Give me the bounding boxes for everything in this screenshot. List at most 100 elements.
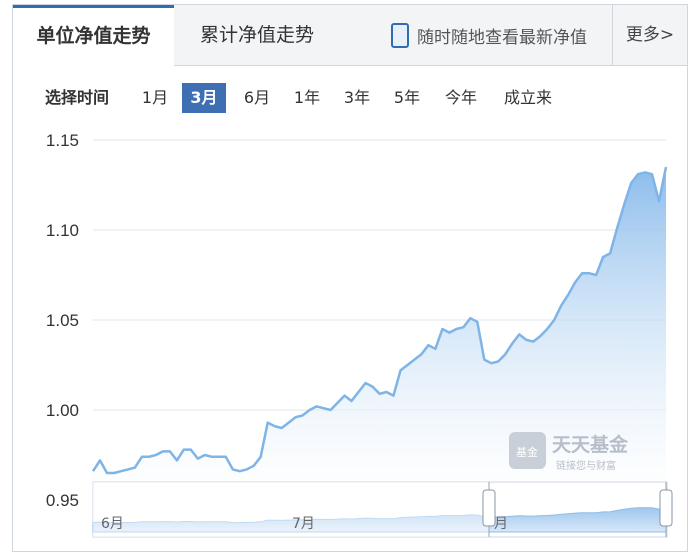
data-point bbox=[426, 343, 430, 347]
data-point bbox=[496, 359, 500, 363]
data-point bbox=[336, 401, 340, 405]
navigator-label: 7月 bbox=[292, 516, 315, 532]
data-point bbox=[392, 394, 396, 398]
data-point bbox=[636, 172, 640, 176]
data-point bbox=[133, 466, 137, 470]
data-point bbox=[119, 469, 123, 473]
data-point bbox=[454, 327, 458, 331]
navigator-right-handle[interactable] bbox=[659, 489, 673, 527]
data-point bbox=[161, 449, 165, 453]
data-point bbox=[538, 334, 542, 338]
data-point bbox=[385, 390, 389, 394]
data-point bbox=[594, 273, 598, 277]
data-point bbox=[510, 341, 514, 345]
data-point bbox=[112, 471, 116, 475]
data-point bbox=[245, 467, 249, 471]
data-point bbox=[91, 469, 95, 473]
data-point bbox=[301, 413, 305, 417]
data-point bbox=[489, 361, 493, 365]
data-point bbox=[105, 471, 109, 475]
data-point bbox=[371, 385, 375, 389]
data-point bbox=[175, 458, 179, 462]
data-point bbox=[315, 404, 319, 408]
data-point bbox=[517, 332, 521, 336]
data-point bbox=[545, 327, 549, 331]
watermark-subtitle: 链接您与财富 bbox=[556, 459, 616, 472]
data-point bbox=[294, 415, 298, 419]
data-point bbox=[629, 181, 633, 185]
data-point bbox=[580, 271, 584, 275]
watermark: 基金 天天基金 链接您与财富 bbox=[509, 432, 629, 472]
y-tick-label: 1.00 bbox=[46, 401, 79, 420]
data-point bbox=[482, 358, 486, 362]
data-point bbox=[475, 320, 479, 324]
navigator-left-handle[interactable] bbox=[482, 489, 496, 527]
data-point bbox=[461, 325, 465, 329]
data-point bbox=[559, 304, 563, 308]
data-point bbox=[664, 165, 668, 169]
data-point bbox=[98, 458, 102, 462]
data-point bbox=[252, 464, 256, 468]
data-point bbox=[217, 455, 221, 459]
data-point bbox=[210, 455, 214, 459]
data-point bbox=[622, 203, 626, 207]
data-point bbox=[308, 408, 312, 412]
data-point bbox=[322, 406, 326, 410]
data-point bbox=[503, 352, 507, 356]
y-tick-label: 1.05 bbox=[46, 311, 79, 330]
data-point bbox=[552, 318, 556, 322]
data-point bbox=[182, 448, 186, 452]
data-point bbox=[287, 421, 291, 425]
data-point bbox=[238, 469, 242, 473]
data-point bbox=[154, 453, 158, 457]
data-point bbox=[399, 368, 403, 372]
data-point bbox=[406, 363, 410, 367]
data-point bbox=[350, 399, 354, 403]
data-point bbox=[126, 467, 130, 471]
data-point bbox=[147, 455, 151, 459]
navigator-mask bbox=[93, 482, 489, 537]
data-point bbox=[566, 293, 570, 297]
data-point bbox=[168, 449, 172, 453]
watermark-title: 天天基金 bbox=[552, 433, 629, 456]
y-tick-label: 0.95 bbox=[46, 491, 79, 510]
navigator-label: 月 bbox=[494, 516, 508, 532]
watermark-logo-text: 基金 bbox=[516, 445, 538, 459]
data-point bbox=[259, 455, 263, 459]
y-tick-label: 1.10 bbox=[46, 221, 79, 240]
data-point bbox=[531, 340, 535, 344]
data-point bbox=[615, 226, 619, 230]
data-point bbox=[280, 426, 284, 430]
data-point bbox=[657, 199, 661, 203]
data-point bbox=[203, 453, 207, 457]
data-point bbox=[524, 338, 528, 342]
nav-chart: 1.15 1.10 1.05 1.00 0.95 基金 天天基金 链接您与财富 … bbox=[46, 131, 673, 538]
data-point bbox=[433, 347, 437, 351]
data-point bbox=[468, 316, 472, 320]
data-point bbox=[231, 467, 235, 471]
data-point bbox=[601, 255, 605, 259]
data-point bbox=[419, 352, 423, 356]
y-tick-label: 1.15 bbox=[46, 131, 79, 150]
data-point bbox=[608, 251, 612, 255]
y-axis: 1.15 1.10 1.05 1.00 0.95 bbox=[46, 131, 79, 510]
data-point bbox=[573, 280, 577, 284]
data-point bbox=[196, 457, 200, 461]
data-point bbox=[440, 327, 444, 331]
data-point bbox=[643, 170, 647, 174]
data-point bbox=[447, 331, 451, 335]
data-point bbox=[140, 455, 144, 459]
data-point bbox=[343, 394, 347, 398]
navigator-label: 6月 bbox=[101, 516, 124, 532]
data-point bbox=[266, 421, 270, 425]
data-point bbox=[273, 424, 277, 428]
navigator[interactable]: 6月 7月 月 bbox=[92, 481, 673, 538]
data-point bbox=[329, 408, 333, 412]
data-point bbox=[412, 358, 416, 362]
data-point bbox=[587, 271, 591, 275]
data-point bbox=[364, 381, 368, 385]
data-point bbox=[650, 172, 654, 176]
data-point bbox=[357, 390, 361, 394]
data-point bbox=[224, 455, 228, 459]
data-point bbox=[189, 448, 193, 452]
